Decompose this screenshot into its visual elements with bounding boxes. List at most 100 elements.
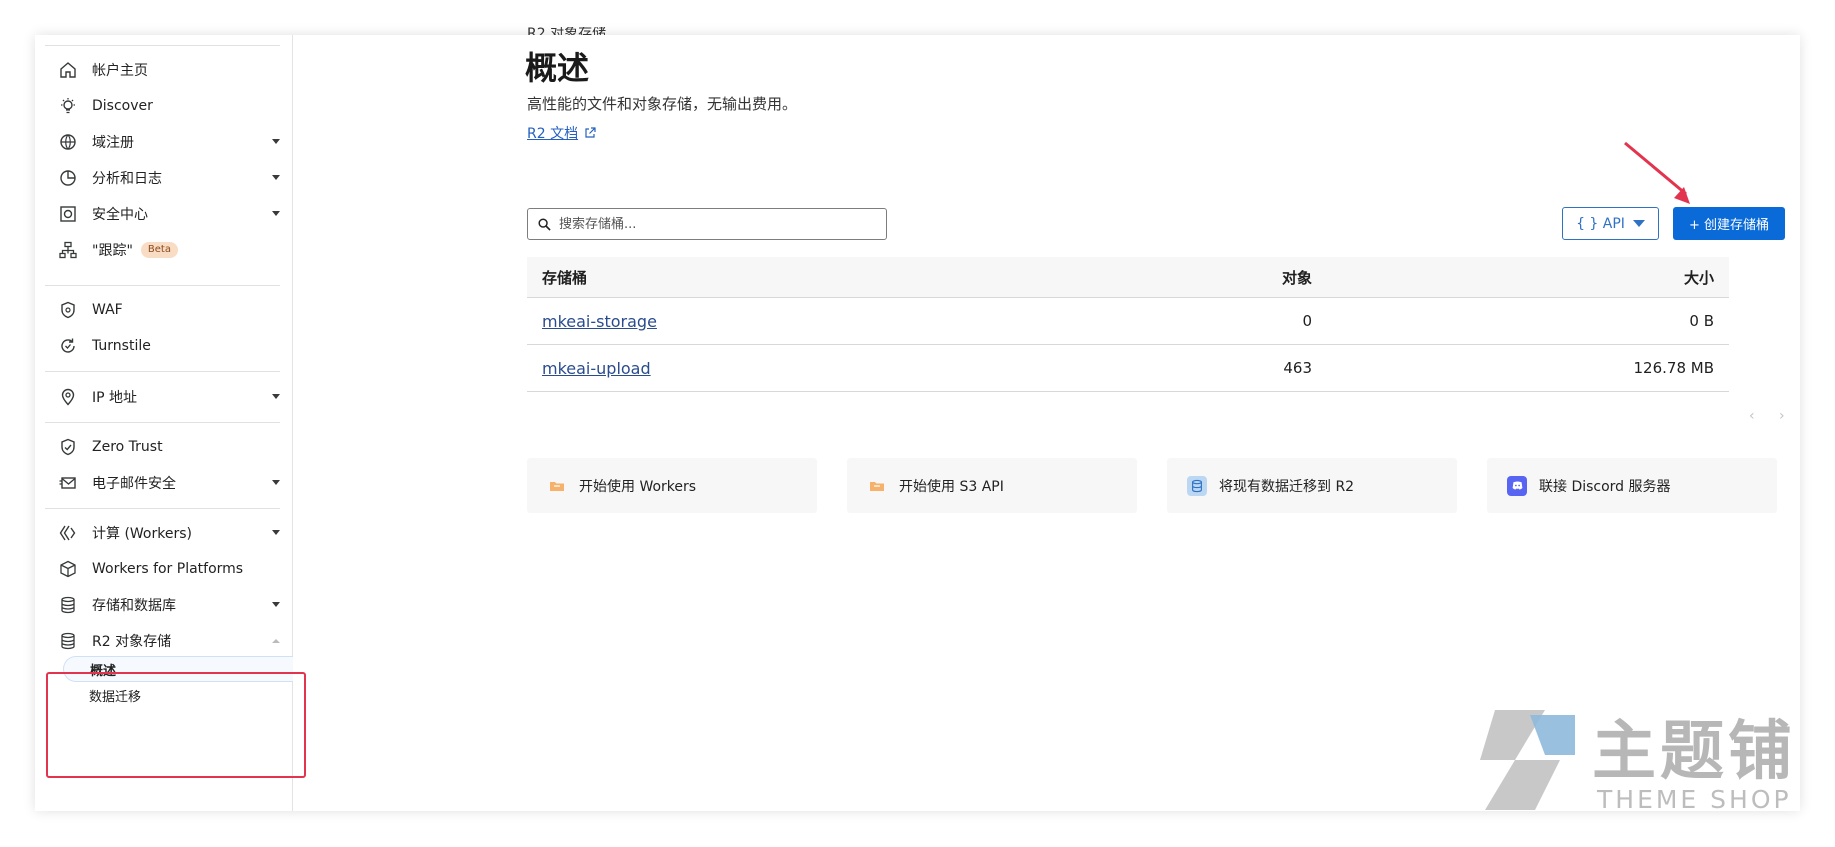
table-row: mkeai-storage 0 0 B <box>527 298 1729 345</box>
discord-icon <box>1507 475 1527 496</box>
sidebar-item-account-home[interactable]: 帐户主页 <box>49 55 283 85</box>
chevron-down-icon[interactable] <box>272 394 280 399</box>
folder-icon <box>867 476 887 496</box>
globe-icon <box>59 133 77 151</box>
card-get-started-workers[interactable]: 开始使用 Workers <box>527 458 817 513</box>
sidebar-item-turnstile[interactable]: Turnstile <box>49 331 283 361</box>
api-dropdown-button[interactable]: { } API <box>1562 207 1659 240</box>
r2-docs-link[interactable]: R2 文档 <box>527 123 596 143</box>
pager-next-button[interactable]: › <box>1779 408 1785 424</box>
shield-icon <box>59 301 77 319</box>
sidebar-item-label: 分析和日志 <box>92 171 162 187</box>
folder-icon <box>547 476 567 496</box>
create-bucket-button[interactable]: + 创建存储桶 <box>1673 207 1785 240</box>
database-icon <box>1187 475 1207 496</box>
sidebar-item-trace[interactable]: "跟踪" Beta <box>49 235 283 265</box>
pager-prev-button[interactable]: ‹ <box>1749 408 1755 424</box>
chevron-down-icon[interactable] <box>272 530 280 535</box>
size-cell: 0 B <box>1689 312 1714 330</box>
card-label: 联接 Discord 服务器 <box>1539 478 1671 495</box>
table-row: mkeai-upload 463 126.78 MB <box>527 345 1729 392</box>
sidebar-item-label: 电子邮件安全 <box>92 476 176 492</box>
api-button-label: { } API <box>1576 215 1625 232</box>
chevron-down-icon[interactable] <box>272 175 280 180</box>
chevron-down-icon[interactable] <box>272 211 280 216</box>
card-join-discord[interactable]: 联接 Discord 服务器 <box>1487 458 1777 513</box>
search-icon <box>538 217 551 231</box>
table-header: 存储桶 对象 大小 <box>527 257 1729 298</box>
bucket-link[interactable]: mkeai-storage <box>542 312 657 331</box>
breadcrumb[interactable]: R2 对象存储 <box>527 27 606 35</box>
sidebar-item-label: "跟踪" <box>92 243 133 259</box>
card-get-started-s3-api[interactable]: 开始使用 S3 API <box>847 458 1137 513</box>
email-icon <box>59 474 77 492</box>
create-bucket-label: + 创建存储桶 <box>1688 218 1770 233</box>
page-title: 概述 <box>525 49 590 87</box>
objects-cell: 0 <box>1302 312 1312 330</box>
card-label: 将现有数据迁移到 R2 <box>1219 478 1355 495</box>
chevron-down-icon[interactable] <box>272 139 280 144</box>
column-header-objects[interactable]: 对象 <box>1157 267 1312 288</box>
sidebar-item-label: Turnstile <box>92 338 151 354</box>
column-header-size[interactable]: 大小 <box>1312 267 1714 288</box>
annotation-arrow <box>1624 141 1690 204</box>
sidebar-item-analytics-logs[interactable]: 分析和日志 <box>49 163 283 193</box>
sitemap-icon <box>59 241 77 259</box>
bucket-search[interactable] <box>527 208 887 240</box>
sidebar-item-zero-trust[interactable]: Zero Trust <box>49 432 283 462</box>
sidebar-item-label: 存储和数据库 <box>92 598 176 614</box>
card-label: 开始使用 S3 API <box>899 478 1004 495</box>
workers-icon <box>59 524 77 542</box>
sidebar-item-label: IP 地址 <box>92 390 138 406</box>
watermark-logo <box>1480 710 1575 810</box>
sidebar-item-label: 帐户主页 <box>92 63 148 79</box>
sidebar-item-waf[interactable]: WAF <box>49 295 283 325</box>
objects-cell: 463 <box>1283 359 1312 377</box>
sidebar-divider <box>45 508 280 509</box>
sidebar-item-discover[interactable]: Discover <box>49 91 283 121</box>
home-icon <box>59 61 77 79</box>
size-cell: 126.78 MB <box>1633 359 1715 377</box>
r2-docs-link-label: R2 文档 <box>527 126 579 142</box>
location-icon <box>59 388 77 406</box>
page-subtitle: 高性能的文件和对象存储，无输出费用。 <box>527 95 798 113</box>
database-icon <box>59 632 77 650</box>
sidebar-item-label: Workers for Platforms <box>92 561 244 577</box>
external-link-icon <box>585 127 596 138</box>
chart-icon <box>59 169 77 187</box>
search-input[interactable] <box>557 215 861 233</box>
bucket-table: 存储桶 对象 大小 mkeai-storage 0 0 B mkeai-uplo… <box>527 257 1729 392</box>
sidebar-item-label: Zero Trust <box>92 439 163 455</box>
card-migrate-data[interactable]: 将现有数据迁移到 R2 <box>1167 458 1457 513</box>
sidebar-item-storage-databases[interactable]: 存储和数据库 <box>49 590 283 620</box>
bucket-link[interactable]: mkeai-upload <box>542 359 651 378</box>
turnstile-icon <box>59 337 77 355</box>
chevron-down-icon[interactable] <box>272 602 280 607</box>
chevron-up-icon[interactable] <box>272 639 280 643</box>
sidebar-divider <box>45 422 280 423</box>
annotation-highlight-box <box>46 672 306 778</box>
bulb-icon <box>59 97 77 115</box>
sidebar-divider <box>45 45 280 46</box>
sidebar-item-domain-registration[interactable]: 域注册 <box>49 127 283 157</box>
sidebar-item-r2-storage[interactable]: R2 对象存储 <box>49 626 283 656</box>
column-header-bucket[interactable]: 存储桶 <box>527 267 1157 288</box>
card-label: 开始使用 Workers <box>579 478 697 495</box>
zero-trust-icon <box>59 438 77 456</box>
sidebar-item-label: Discover <box>92 98 153 114</box>
watermark-title: 主题铺 <box>1592 715 1796 789</box>
sidebar-item-security-center[interactable]: 安全中心 <box>49 199 283 229</box>
sidebar-divider <box>45 371 280 372</box>
sidebar-item-label: WAF <box>92 302 123 318</box>
chevron-down-icon[interactable] <box>272 480 280 485</box>
chevron-down-icon <box>1632 220 1645 227</box>
watermark-subtitle: THEME SHOP <box>1597 785 1792 814</box>
sidebar-item-ip-addresses[interactable]: IP 地址 <box>49 382 283 412</box>
sidebar-item-email-security[interactable]: 电子邮件安全 <box>49 468 283 498</box>
sidebar-item-label: 安全中心 <box>92 207 148 223</box>
sidebar-item-label: 域注册 <box>92 135 134 151</box>
sidebar-item-workers-for-platforms[interactable]: Workers for Platforms <box>49 554 283 584</box>
sidebar-item-label: 计算 (Workers) <box>92 526 192 542</box>
platforms-icon <box>59 560 77 578</box>
sidebar-item-compute-workers[interactable]: 计算 (Workers) <box>49 518 283 548</box>
